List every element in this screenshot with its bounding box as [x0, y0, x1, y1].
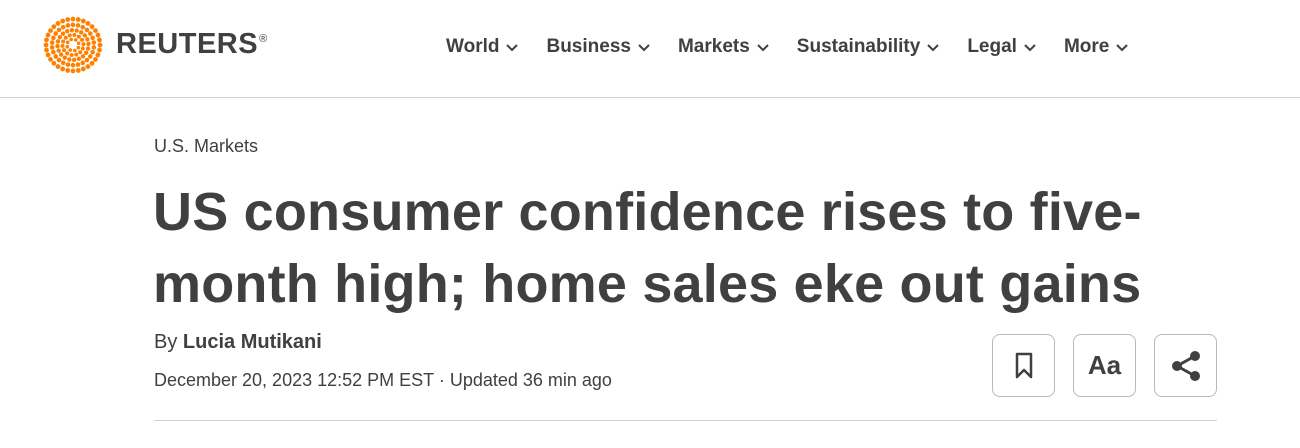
share-button[interactable]: [1154, 334, 1217, 397]
header-divider: [154, 420, 1217, 421]
nav-item-sustainability[interactable]: Sustainability: [797, 36, 941, 58]
chevron-down-icon: [927, 44, 940, 52]
article-headline: US consumer confidence rises to five- mo…: [153, 176, 1153, 320]
bookmark-button[interactable]: [992, 334, 1055, 397]
reuters-logo-mark-icon: [43, 16, 103, 74]
byline: By Lucia Mutikani: [154, 331, 322, 353]
article-dateline: December 20, 2023 12:52 PM EST · Updated…: [154, 370, 612, 390]
site-header: REUTERS® World Business Markets Sustaina…: [0, 0, 1300, 98]
nav-item-business[interactable]: Business: [546, 36, 650, 58]
text-size-button[interactable]: Aa: [1073, 334, 1136, 397]
chevron-down-icon: [757, 44, 769, 52]
article-tools: Aa: [992, 334, 1217, 397]
bookmark-icon: [1015, 352, 1032, 378]
chevron-down-icon: [1024, 44, 1036, 52]
chevron-down-icon: [638, 44, 650, 52]
chevron-down-icon: [506, 44, 519, 52]
reuters-wordmark: REUTERS®: [116, 27, 268, 60]
article-category-link[interactable]: U.S. Markets: [154, 136, 258, 157]
nav-item-legal[interactable]: Legal: [967, 36, 1037, 58]
nav-item-markets[interactable]: Markets: [678, 36, 770, 58]
chevron-down-icon: [1116, 44, 1129, 52]
headline-line-1: US consumer confidence rises to five-: [153, 182, 1142, 242]
author-link[interactable]: Lucia Mutikani: [183, 331, 322, 353]
headline-line-2: month high; home sales eke out gains: [153, 254, 1142, 314]
reuters-logo[interactable]: REUTERS®: [42, 16, 268, 74]
nav-item-more[interactable]: More: [1064, 36, 1129, 58]
nav-item-world[interactable]: World: [446, 36, 519, 58]
main-nav: World Business Markets Sustainability Le…: [446, 36, 1129, 58]
share-icon: [1171, 350, 1200, 381]
text-size-label: Aa: [1087, 350, 1122, 380]
